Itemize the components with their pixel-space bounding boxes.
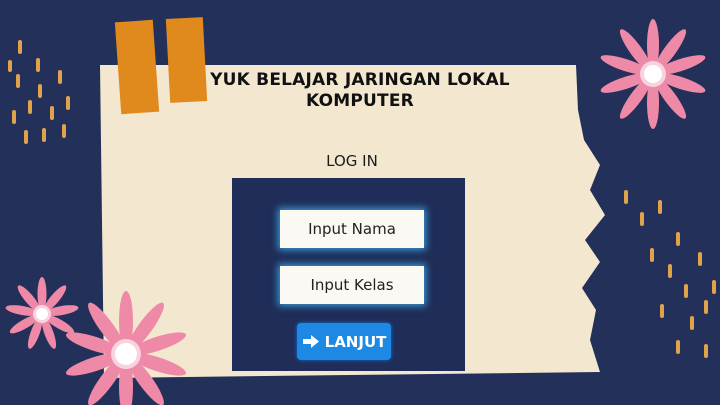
- flower-top-right: [600, 19, 706, 129]
- page-title: YUK BELAJAR JARINGAN LOKAL KOMPUTER: [210, 70, 510, 111]
- login-panel: Input Nama Input Kelas LANJUT: [232, 178, 465, 371]
- lanjut-button-label: LANJUT: [324, 332, 387, 351]
- name-input[interactable]: Input Nama: [280, 210, 424, 248]
- arrow-right-icon: [302, 334, 320, 349]
- login-heading: LOG IN: [326, 152, 378, 170]
- dot-pattern-right: [624, 190, 716, 358]
- flower-small-left: [5, 277, 79, 349]
- slide-stage: YUK BELAJAR JARINGAN LOKAL KOMPUTER LOG …: [0, 0, 720, 405]
- class-input[interactable]: Input Kelas: [280, 266, 424, 304]
- dot-pattern-left: [8, 40, 70, 144]
- lanjut-button[interactable]: LANJUT: [297, 323, 391, 360]
